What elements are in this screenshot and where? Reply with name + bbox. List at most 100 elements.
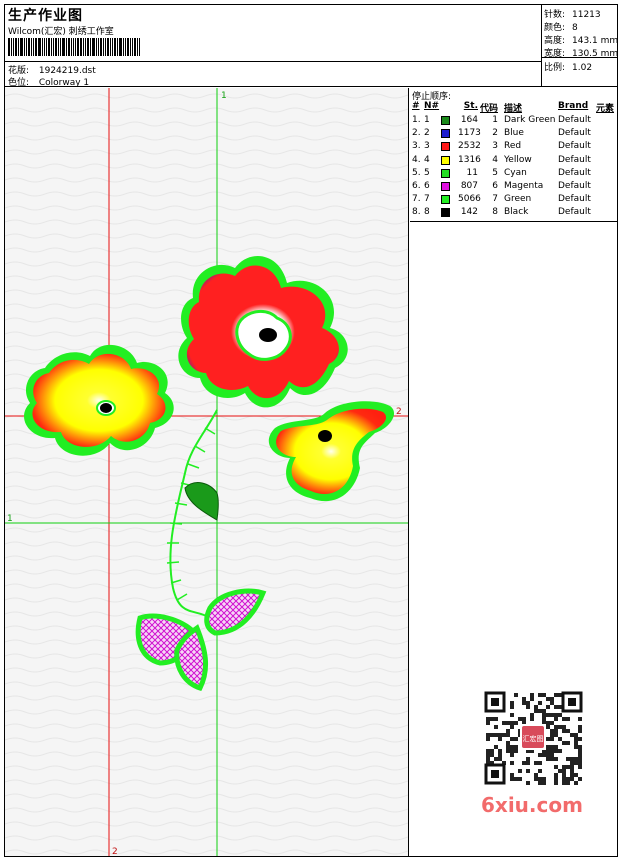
row-index: 8.	[412, 207, 421, 218]
row-code: 2	[492, 128, 498, 139]
stat-colors: 颜色: 8	[544, 23, 578, 33]
barcode-bar	[73, 38, 74, 56]
colorway-label: 色位:	[8, 78, 30, 88]
red-flower-eye	[259, 328, 277, 342]
barcode-bar	[123, 38, 124, 56]
row-stitches: 1316	[458, 154, 481, 165]
barcode-bar	[48, 38, 50, 56]
barcode-bar	[18, 38, 19, 56]
row-code: 1	[492, 115, 498, 125]
row-code: 7	[492, 194, 498, 205]
row-brand: Default	[558, 194, 591, 205]
barcode-bar	[62, 38, 65, 56]
row-stitches: 5066	[458, 194, 481, 205]
left-flower-eye	[100, 403, 112, 413]
color-swatch	[441, 142, 450, 152]
color-swatch	[441, 195, 450, 205]
barcode-bar	[103, 38, 104, 56]
barcode-bar	[66, 38, 67, 56]
watermark: 6xiu.com	[481, 793, 583, 817]
barcode-bar	[139, 38, 140, 56]
barcode-bar	[117, 38, 118, 56]
barcode-bar	[46, 38, 47, 56]
guide-label-v-red: 2	[112, 847, 118, 856]
barcode-bar	[44, 38, 45, 56]
barcode-bar	[68, 38, 70, 56]
table-row: 3. 3 2532 3 Red Default	[410, 141, 617, 154]
row-code: 6	[492, 181, 498, 191]
table-row: 7. 7 5066 7 Green Default	[410, 194, 617, 207]
barcode-bar	[96, 38, 97, 56]
col-stitches: St.	[463, 101, 478, 111]
barcode-bar	[92, 38, 95, 56]
row-description: Red	[504, 141, 522, 152]
row-brand: Default	[558, 181, 591, 191]
table-row: 8. 8 142 8 Black Default	[410, 207, 617, 220]
barcode-bar	[60, 38, 61, 56]
row-index: 2.	[412, 128, 421, 139]
row-description: Blue	[504, 128, 524, 139]
barcode-bar	[125, 38, 126, 56]
barcode-bar	[35, 38, 37, 56]
guide-label-v-green: 1	[221, 91, 227, 101]
col-brand: Brand	[558, 101, 589, 111]
barcode-bar	[31, 38, 32, 56]
row-index: 3.	[412, 141, 421, 152]
header-divider	[5, 61, 542, 62]
col-hash: #	[412, 101, 420, 111]
guide-label-h-green: 1	[7, 514, 13, 524]
row-description: Green	[504, 194, 532, 205]
barcode-bar	[33, 38, 34, 56]
barcode-bar	[13, 38, 14, 56]
stats-panel: 针数: 11213 颜色: 8 高度: 143.1 mm 宽度: 130.5 mm 比例…	[542, 5, 619, 87]
barcode-bar	[87, 38, 89, 56]
row-stitches: 142	[460, 207, 478, 218]
barcode-bar	[85, 38, 86, 56]
barcode-bar	[26, 38, 27, 56]
barcode-bar	[20, 38, 23, 56]
barcode-bar	[53, 38, 54, 56]
barcode-bar	[38, 38, 41, 56]
row-needle: 6	[424, 181, 430, 191]
row-index: 4.	[412, 154, 421, 165]
row-index: 5.	[412, 167, 421, 178]
colorway-row: 色位: Colorway 1	[8, 75, 89, 88]
row-index: 6.	[412, 181, 421, 191]
embroidery-artwork: 1 2 1 2	[5, 88, 408, 856]
row-brand: Default	[558, 207, 591, 218]
color-swatch	[441, 129, 450, 139]
header-info: 生产作业图 Wilcom(汇宏) 刺绣工作室 花版: 1924219.dst 色…	[5, 5, 542, 88]
stats-divider	[542, 57, 617, 58]
row-needle: 5	[424, 167, 430, 178]
color-swatch	[441, 182, 450, 191]
row-needle: 7	[424, 194, 430, 205]
stat-height: 高度: 143.1 mm	[544, 36, 619, 46]
barcode-bar	[24, 38, 25, 56]
row-code: 4	[492, 154, 498, 165]
barcode-bar	[15, 38, 17, 56]
qr-stamp-text: 汇宏图	[523, 734, 544, 743]
barcode-bar	[80, 38, 82, 56]
col-element: 元素	[596, 104, 615, 114]
barcode-bar	[107, 38, 109, 56]
colorway-value: Colorway 1	[38, 78, 90, 88]
barcode-bar	[11, 38, 12, 56]
barcode-bar	[71, 38, 72, 56]
color-swatch	[441, 208, 450, 218]
row-stitches: 11	[466, 167, 478, 178]
barcode-bar	[58, 38, 59, 56]
barcode-bar	[28, 38, 30, 56]
barcode-bar	[112, 38, 113, 56]
row-description: Black	[504, 207, 529, 218]
barcode-bar	[77, 38, 79, 56]
row-code: 3	[492, 141, 498, 152]
barcode-bar	[8, 38, 10, 56]
qr-code-graphic: 汇宏图	[475, 689, 590, 789]
color-swatch	[441, 168, 450, 178]
color-swatch	[441, 116, 450, 125]
row-brand: Default	[558, 154, 591, 165]
stat-scale: 比例: 1.02	[544, 63, 593, 73]
row-stitches: 164	[460, 115, 478, 125]
table-row: 5. 5 11 5 Cyan Default	[410, 168, 617, 181]
row-stitches: 1173	[458, 128, 481, 139]
